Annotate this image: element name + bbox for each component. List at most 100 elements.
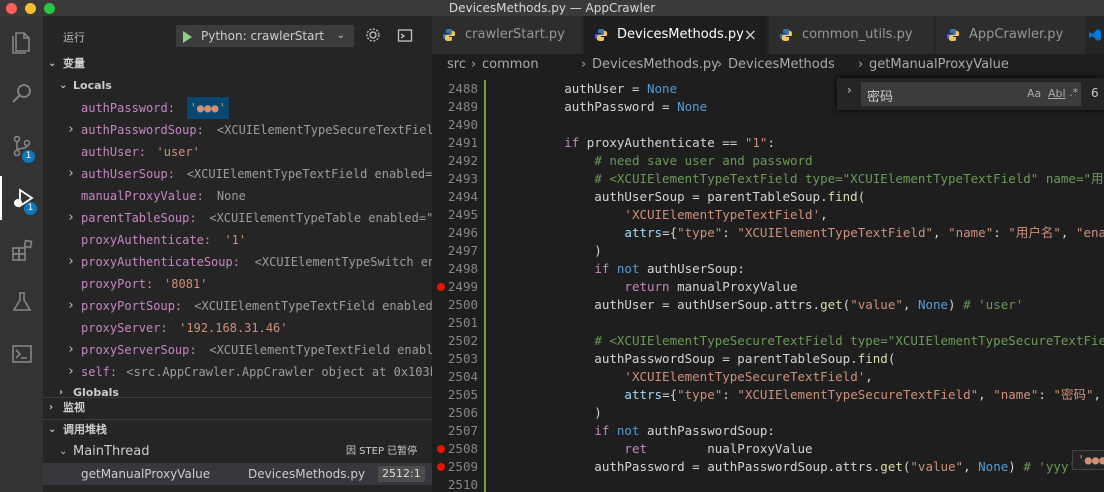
- find-query: 密码: [867, 90, 894, 105]
- breakpoint-icon[interactable]: [437, 283, 445, 291]
- code-view[interactable]: 2488 authUser = None 2489 authPassword = …: [432, 80, 1104, 492]
- tab-label: common_utils.py: [802, 27, 913, 42]
- whole-word-icon[interactable]: Abl: [1048, 87, 1066, 100]
- breakpoint-icon[interactable]: [437, 445, 445, 453]
- code-line: if not authPasswordSoup:: [594, 423, 775, 438]
- variable-row[interactable]: › proxyServerSoup: <XCUIElementTypeTextFi…: [43, 339, 432, 361]
- chevron-right-icon: ›: [59, 387, 64, 396]
- code-line: authPasswordSoup = parentTableSoup.find(: [504, 351, 896, 366]
- editor-tab[interactable]: DevicesMethods.py ×: [584, 16, 768, 54]
- start-debug-icon[interactable]: [183, 31, 192, 43]
- chevron-right-icon[interactable]: ›: [847, 83, 852, 97]
- breadcrumb-item[interactable]: DevicesMethods: [728, 54, 835, 76]
- variable-row[interactable]: › proxyPortSoup: <XCUIElementTypeTextFiel…: [43, 295, 432, 317]
- variable-value: <XCUIElementTypeTable enabled="true…: [209, 211, 432, 225]
- thread-name: MainThread: [73, 444, 150, 459]
- debug-console-icon[interactable]: [397, 27, 413, 43]
- breadcrumb: src › common › DevicesMethods.py › DevicesMeth…: [432, 54, 1104, 76]
- terminal-icon: [11, 345, 32, 363]
- line-number: 2507: [447, 423, 478, 438]
- variable-row[interactable]: proxyAuthenticate: '1': [43, 229, 432, 251]
- code-line: attrs={"type": "XCUIElementTypeSecureTex…: [624, 387, 1102, 402]
- chevron-down-icon: ⌄: [48, 424, 57, 435]
- breadcrumb-item[interactable]: src: [447, 54, 466, 76]
- debug-sidebar: 运行 Python: crawlerStart ⌄ ⌄ 变量 ⌄ Locals …: [43, 16, 432, 492]
- minimize-window-button[interactable]: [25, 3, 36, 14]
- variable-row[interactable]: proxyServer: '192.168.31.46': [43, 317, 432, 339]
- breadcrumb-item[interactable]: common: [482, 54, 539, 76]
- breadcrumb-item[interactable]: DevicesMethods.py: [592, 54, 719, 76]
- locals-scope[interactable]: ⌄ Locals: [43, 75, 432, 97]
- call-stack-header[interactable]: ⌄ 调用堆栈: [43, 419, 432, 441]
- source-control-activity[interactable]: 1: [0, 124, 43, 168]
- code-line: ret nualProxyValue: [624, 441, 813, 456]
- python-icon: [780, 29, 792, 41]
- breadcrumb-item[interactable]: getManualProxyValue: [869, 54, 1009, 76]
- terminal-activity[interactable]: [0, 332, 43, 376]
- stack-frame-row[interactable]: getManualProxyValue DevicesMethods.py 2512…: [43, 463, 432, 485]
- code-line: 'XCUIElementTypeSecureTextField',: [624, 369, 873, 384]
- thread-status: 因 STEP 已暂停: [346, 446, 418, 457]
- variable-value: <XCUIElementTypeSwitch enable…: [254, 255, 432, 269]
- match-case-icon[interactable]: Aa: [1027, 87, 1041, 100]
- line-number: 2506: [447, 405, 478, 420]
- search-activity[interactable]: [0, 72, 43, 116]
- debug-badge: 1: [24, 202, 37, 215]
- variable-row[interactable]: › authUserSoup: <XCUIElementTypeTextField…: [43, 163, 432, 185]
- watch-header[interactable]: › 监视: [43, 397, 432, 419]
- frame-name: getManualProxyValue: [81, 467, 211, 481]
- variable-row[interactable]: authUser: 'user': [43, 141, 432, 163]
- variable-value: 'user': [156, 145, 200, 159]
- line-number: 2494: [447, 189, 478, 204]
- title-bar: DevicesMethods.py — AppCrawler: [0, 0, 1104, 16]
- line-number: 2489: [447, 99, 478, 114]
- editor-tab[interactable]: common_utils.py: [769, 16, 935, 54]
- code-line: attrs={"type": "XCUIElementTypeTextField…: [624, 225, 1104, 240]
- match-count: 6: [1091, 86, 1099, 100]
- line-number: 2492: [447, 153, 478, 168]
- find-widget: › 密码 Aa Abl .* 6: [837, 78, 1104, 110]
- code-line: authPassword = authPasswordSoup.attrs.ge…: [504, 459, 1077, 474]
- chevron-down-icon: ⌄: [48, 58, 57, 69]
- thread-row[interactable]: ⌄ MainThread 因 STEP 已暂停: [43, 441, 432, 463]
- code-line: authUser = authUserSoup.attrs.get("value…: [504, 297, 1024, 312]
- close-window-button[interactable]: [6, 3, 17, 14]
- tab-label: AppCrawler.py: [969, 27, 1064, 42]
- variable-row[interactable]: › authPasswordSoup: <XCUIElementTypeSecur…: [43, 119, 432, 141]
- code-line: 'XCUIElementTypeTextField',: [624, 207, 828, 222]
- find-input[interactable]: 密码 Aa Abl .*: [861, 82, 1081, 106]
- chevron-right-icon: ›: [581, 57, 587, 72]
- close-tab-icon[interactable]: ×: [744, 16, 757, 54]
- line-number: 2496: [447, 225, 478, 240]
- debug-activity[interactable]: 1: [0, 176, 43, 220]
- launch-config-select[interactable]: Python: crawlerStart ⌄: [176, 25, 354, 47]
- line-number: 2497: [447, 243, 478, 258]
- python-icon: [947, 29, 959, 41]
- flask-icon: [12, 292, 31, 311]
- explorer-activity[interactable]: [0, 20, 43, 64]
- variable-row[interactable]: › self: <src.AppCrawler.AppCrawler object…: [43, 361, 432, 383]
- editor-tab[interactable]: AppCrawler.py: [936, 16, 1086, 54]
- variable-row[interactable]: › proxyAuthenticateSoup: <XCUIElementType…: [43, 251, 432, 273]
- variable-name: proxyServer:: [81, 321, 168, 335]
- maximize-window-button[interactable]: [44, 3, 55, 14]
- variable-row[interactable]: proxyPort: '8081': [43, 273, 432, 295]
- globals-scope[interactable]: › Globals: [43, 382, 432, 396]
- variable-row[interactable]: manualProxyValue: None: [43, 185, 432, 207]
- editor-area: crawlerStart.py DevicesMethods.py × common_…: [432, 16, 1104, 492]
- chevron-down-icon: ⌄: [59, 446, 68, 457]
- breakpoint-icon[interactable]: [437, 463, 445, 471]
- gear-icon[interactable]: [365, 27, 381, 43]
- line-number: 2498: [447, 261, 478, 276]
- variable-row[interactable]: authPassword: '●●●': [43, 97, 432, 119]
- variable-value: <XCUIElementTypeTextField enabled="…: [209, 343, 432, 357]
- variables-header[interactable]: ⌄ 变量: [43, 53, 432, 75]
- editor-tab[interactable]: crawlerStart.py: [432, 16, 583, 54]
- extensions-activity[interactable]: [0, 228, 43, 272]
- variable-row[interactable]: › parentTableSoup: <XCUIElementTypeTable …: [43, 207, 432, 229]
- line-number: 2504: [447, 369, 478, 384]
- vscode-icon: [1089, 29, 1101, 41]
- testing-activity[interactable]: [0, 280, 43, 324]
- variable-value: '1': [224, 233, 247, 247]
- regex-icon[interactable]: .*: [1069, 86, 1078, 99]
